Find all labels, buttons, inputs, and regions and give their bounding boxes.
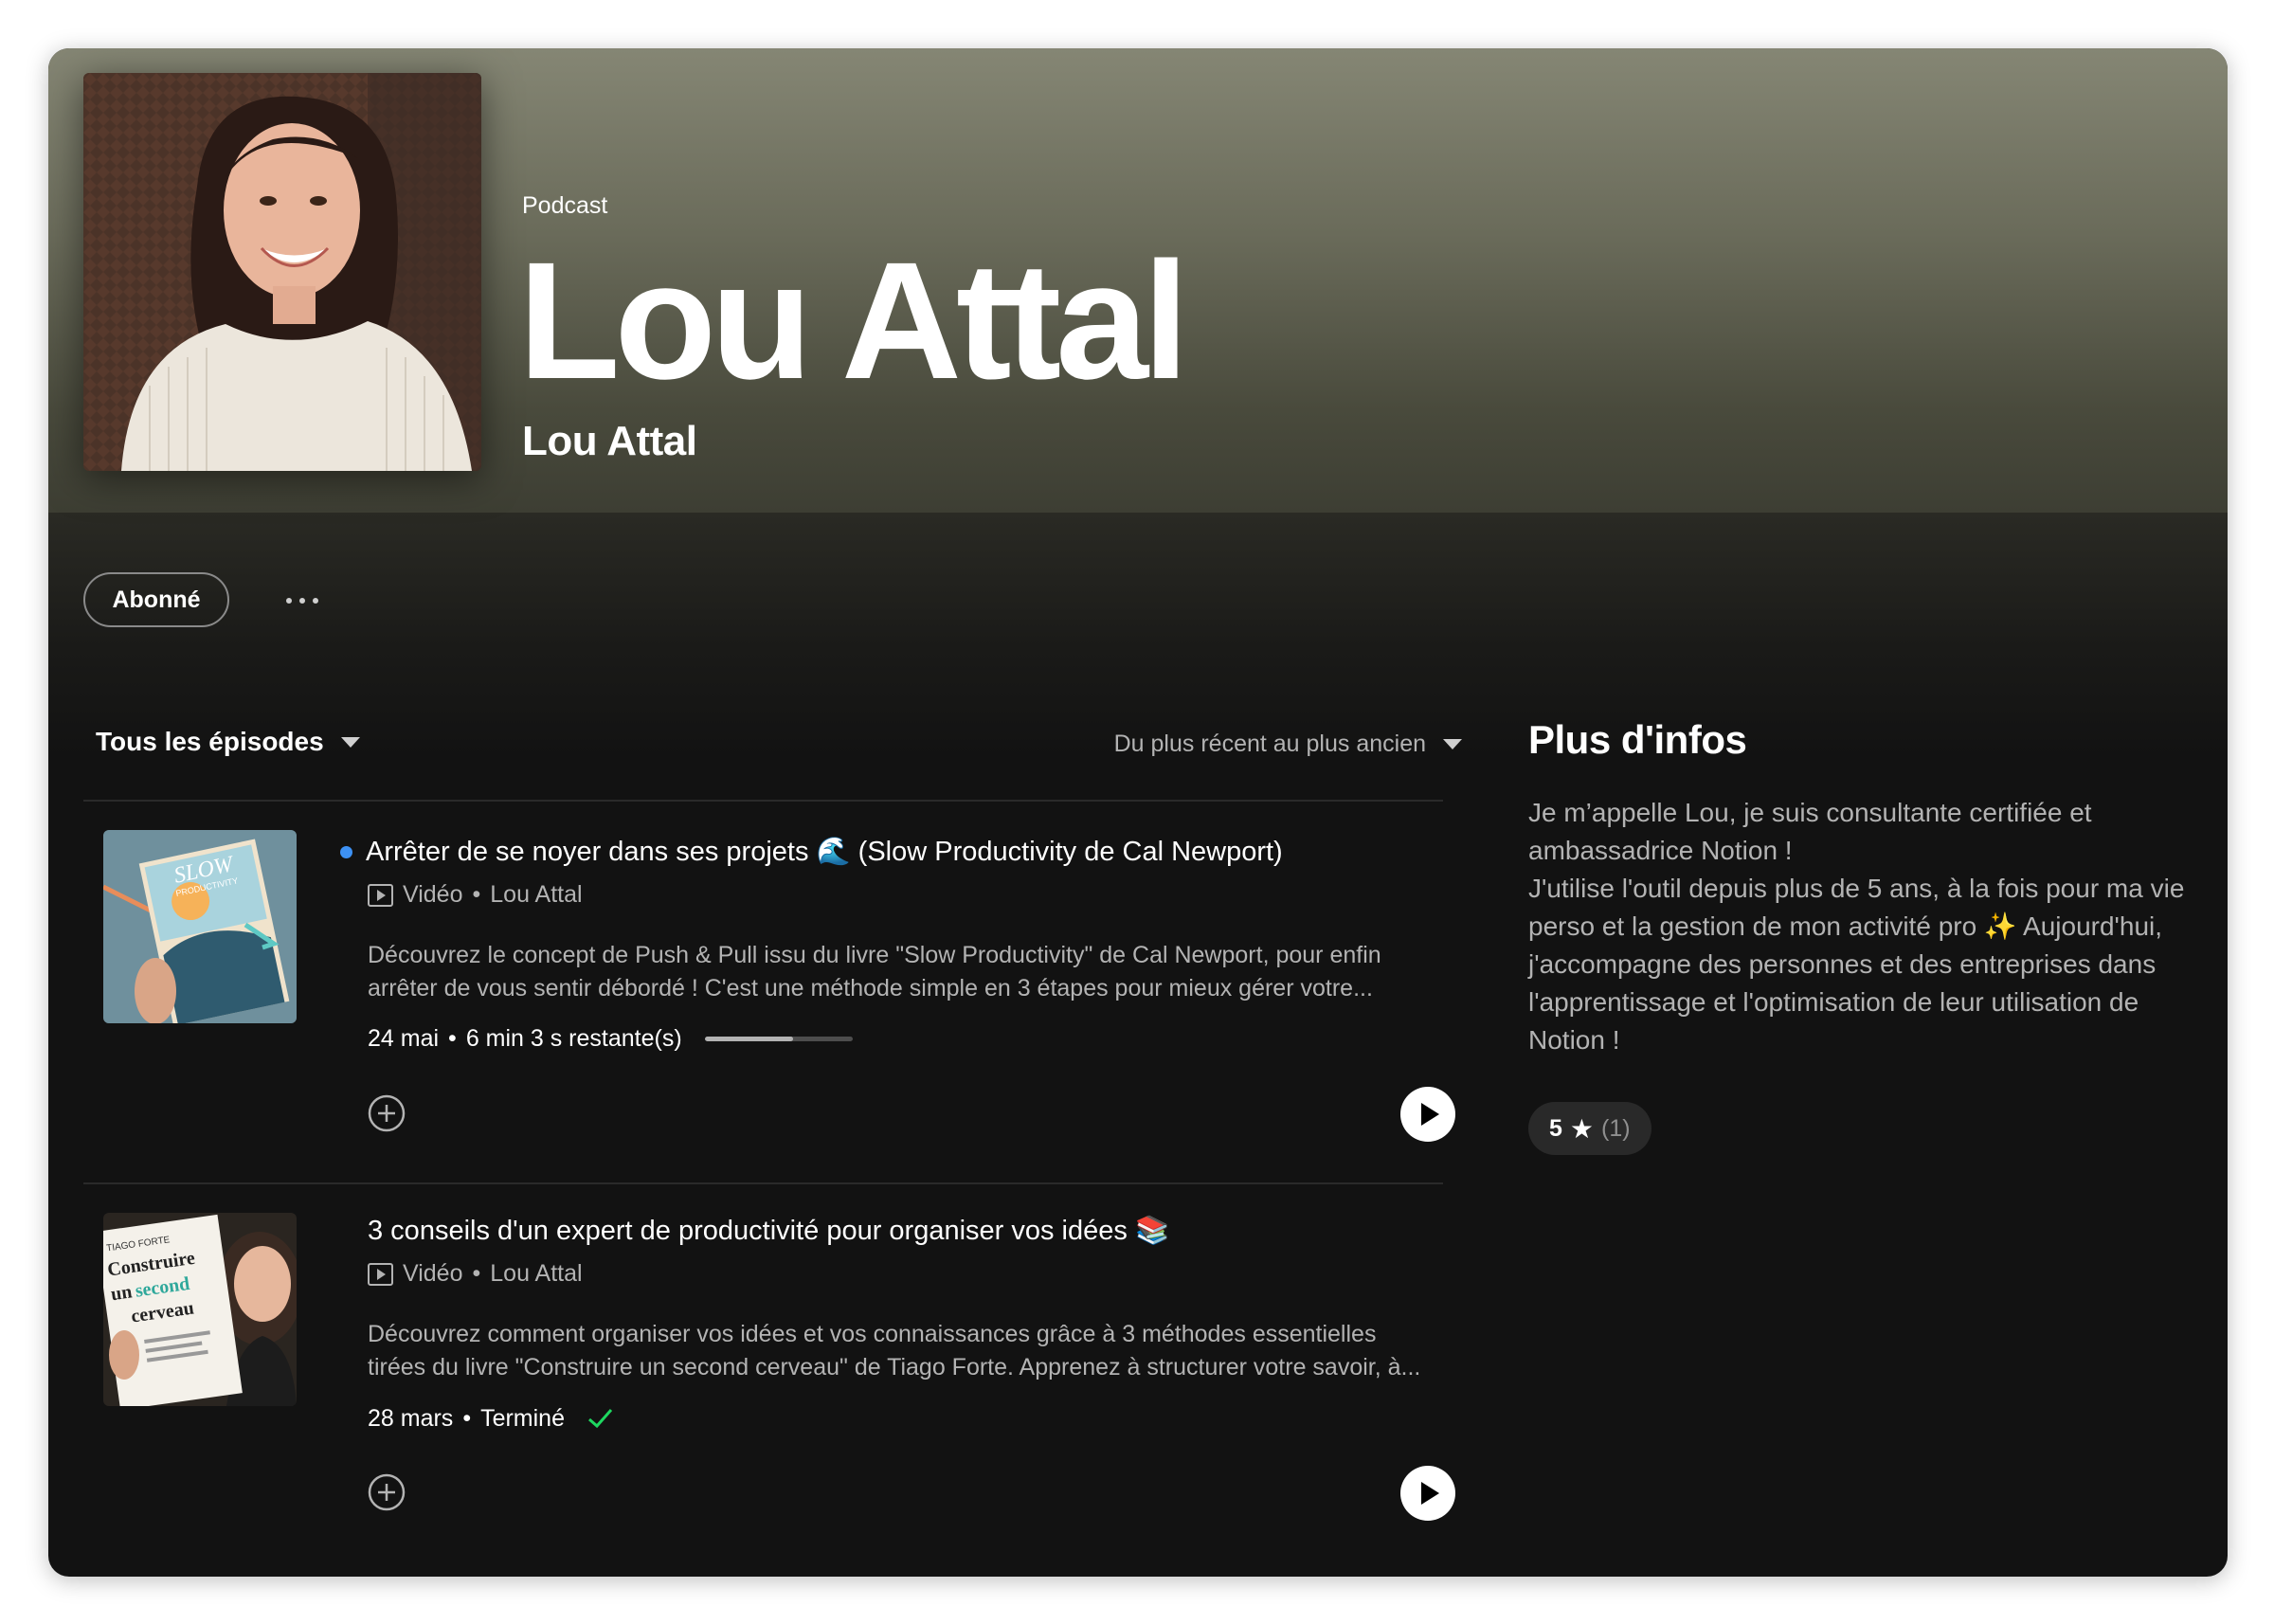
episodes-filter-dropdown[interactable]: Tous les épisodes: [96, 727, 360, 757]
follow-button[interactable]: Abonné: [83, 572, 229, 627]
episode-info: 24 mai • 6 min 3 s restante(s): [368, 1025, 853, 1053]
video-icon: [368, 1262, 393, 1286]
dot: [299, 598, 305, 604]
episode-media-type: Vidéo: [403, 881, 463, 908]
content-type-label: Podcast: [522, 192, 608, 219]
rating-button[interactable]: 5 ★ (1): [1528, 1102, 1651, 1155]
episode-description: Découvrez le concept de Push & Pull issu…: [368, 942, 1381, 1001]
episode-meta: Vidéo • Lou Attal: [368, 1260, 583, 1288]
podcast-page: Podcast Lou Attal Lou Attal Abonné Tous …: [48, 48, 2228, 1577]
episode-title[interactable]: Arrêter de se noyer dans ses projets 🌊 (…: [340, 836, 1283, 868]
dot: [313, 598, 318, 604]
more-options-icon[interactable]: [274, 584, 331, 618]
episode-progress-fill: [704, 1037, 794, 1041]
episodes-filter-label: Tous les épisodes: [96, 727, 324, 756]
separator: •: [448, 1025, 457, 1052]
sort-order-label: Du plus récent au plus ancien: [1113, 731, 1426, 757]
episode-status: Terminé: [480, 1404, 565, 1432]
podcast-author-link[interactable]: Lou Attal: [522, 418, 697, 465]
episode-remaining-time: 6 min 3 s restante(s): [465, 1025, 682, 1052]
episode-row[interactable]: TIAGO FORTE Construire un second cerveau…: [83, 1184, 1455, 1568]
rating-count: (1): [1601, 1114, 1631, 1142]
episode-date: 28 mars: [368, 1404, 454, 1432]
hero-fade: [48, 513, 2228, 759]
play-button[interactable]: [1400, 1466, 1455, 1521]
dot: [286, 598, 292, 604]
add-to-list-icon[interactable]: [368, 1473, 406, 1511]
episode-title[interactable]: 3 conseils d'un expert de productivité p…: [368, 1215, 1169, 1247]
episode-title-text: 3 conseils d'un expert de productivité p…: [368, 1216, 1170, 1246]
separator: •: [472, 1260, 481, 1287]
add-to-list-icon[interactable]: [368, 1094, 406, 1132]
episode-thumbnail: TIAGO FORTE Construire un second cerveau: [103, 1213, 297, 1406]
episode-description: Découvrez comment organiser vos idées et…: [368, 1321, 1421, 1380]
podcast-cover-image: [83, 73, 481, 471]
rating-score: 5: [1549, 1114, 1562, 1142]
episode-thumbnail: SLOW PRODUCTIVITY: [103, 830, 297, 1023]
episode-title-text: Arrêter de se noyer dans ses projets 🌊 (…: [366, 837, 1283, 867]
about-heading: Plus d'infos: [1528, 717, 1747, 762]
episode-author-link[interactable]: Lou Attal: [490, 1260, 582, 1288]
separator: •: [462, 1404, 472, 1432]
podcast-title: Lou Attal: [518, 228, 1189, 414]
episode-row[interactable]: SLOW PRODUCTIVITY Arrêter de se noyer da…: [83, 802, 1455, 1185]
episode-author-link[interactable]: Lou Attal: [490, 881, 582, 909]
chevron-down-icon: [340, 736, 360, 748]
separator: •: [472, 881, 481, 908]
episode-info: 28 mars • Terminé: [368, 1404, 614, 1433]
sort-order-dropdown[interactable]: Du plus récent au plus ancien: [1114, 731, 1462, 758]
check-icon: [588, 1409, 613, 1429]
star-icon: ★: [1569, 1113, 1595, 1144]
chevron-down-icon: [1443, 739, 1462, 749]
new-episode-indicator: [340, 845, 352, 858]
play-button[interactable]: [1400, 1087, 1455, 1142]
episode-media-type: Vidéo: [403, 1260, 463, 1287]
episode-progress-bar: [704, 1037, 853, 1041]
about-description: Je m’appelle Lou, je suis consultante ce…: [1528, 798, 2185, 1055]
thumbnail-book-title-line2: un: [110, 1281, 134, 1305]
episode-date: 24 mai: [368, 1025, 440, 1052]
video-icon: [368, 883, 393, 907]
episode-meta: Vidéo • Lou Attal: [368, 881, 583, 909]
